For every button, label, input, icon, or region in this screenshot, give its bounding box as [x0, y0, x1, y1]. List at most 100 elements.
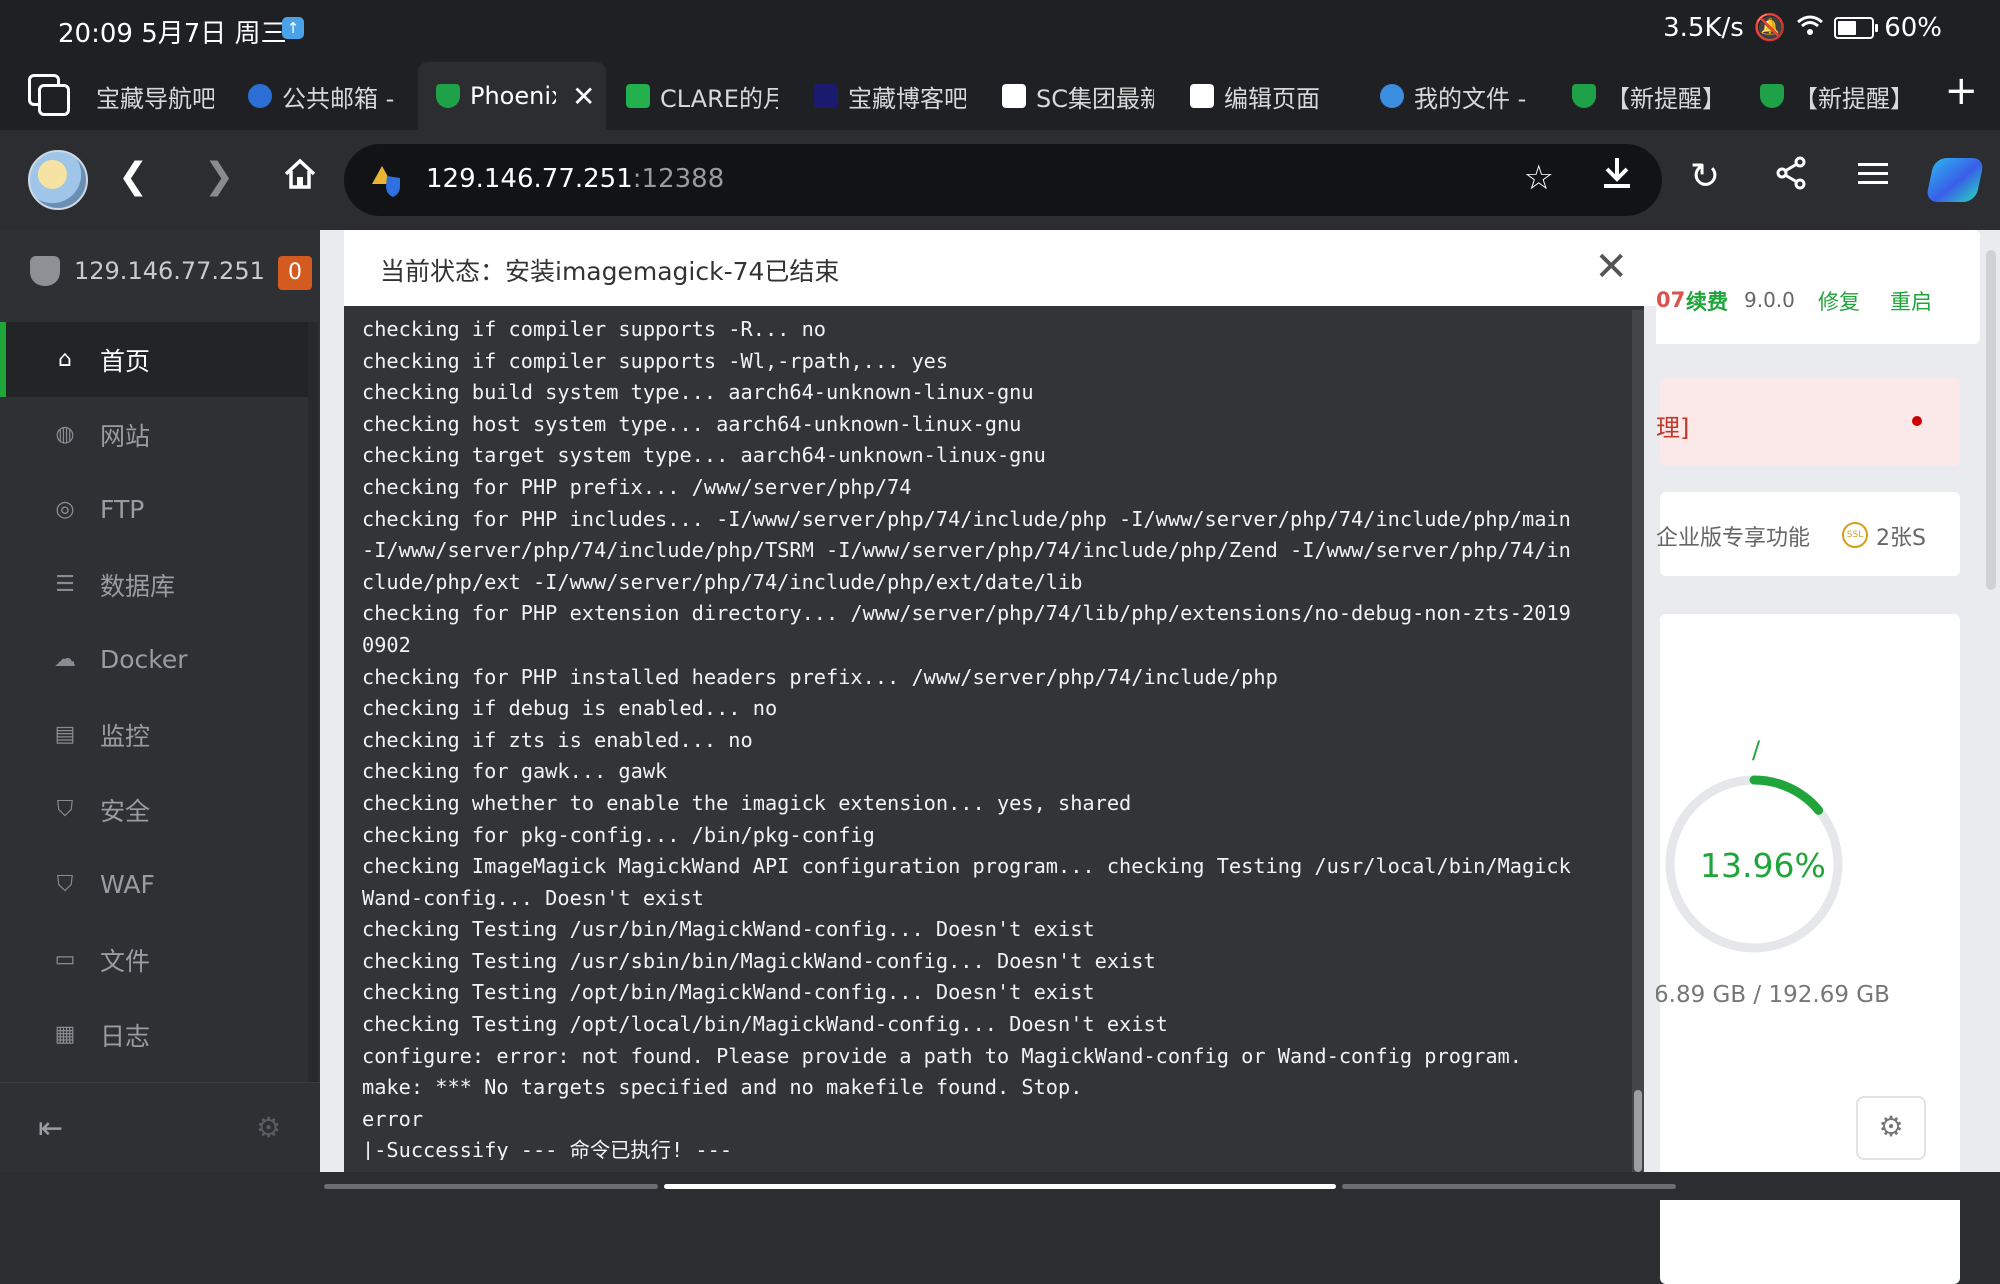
address-bar[interactable]: 129.146.77.251:12388 ☆: [344, 144, 1662, 216]
sidebar-item-home[interactable]: ⌂ 首页: [0, 322, 308, 397]
ssl-fragment: 2张S: [1876, 526, 1926, 551]
log-console[interactable]: checking if compiler supports -R... no ch…: [362, 314, 1634, 1160]
notification-icon: ↑: [282, 17, 304, 39]
reload-icon[interactable]: ↻: [1690, 156, 1720, 197]
sidebar-item-website[interactable]: ◍ 网站: [0, 397, 308, 472]
copilot-icon[interactable]: [1925, 158, 1985, 202]
ssl-icon: SSL: [1842, 522, 1868, 548]
log-line: Wand-config... Doesn't exist: [362, 885, 704, 910]
blog-favicon-icon: [814, 84, 838, 108]
log-line: checking build system type... aarch64-un…: [362, 380, 1034, 405]
log-scrollbar[interactable]: [1632, 310, 1644, 1172]
tab-7[interactable]: 编辑页面: [1190, 62, 1340, 130]
gesture-handle[interactable]: [664, 1184, 1336, 1189]
security-warning-icon[interactable]: [370, 164, 402, 197]
sidebar-item-logs[interactable]: ▦ 日志: [0, 997, 308, 1072]
sidebar-scrollbar[interactable]: [308, 322, 318, 1082]
shield-favicon-icon: [1572, 84, 1596, 108]
alert-fragment[interactable]: 理]: [1656, 408, 1689, 443]
gear-icon[interactable]: ⚙: [256, 1111, 281, 1144]
sidebar-item-security[interactable]: ⛉ 安全: [0, 772, 308, 847]
sidebar-footer: ⇤ ⚙: [0, 1082, 320, 1173]
sidebar-item-ftp[interactable]: ◎ FTP: [0, 472, 308, 547]
dialog-edge: [1644, 306, 1656, 1172]
tab-9[interactable]: 【新提醒】: [1572, 62, 1722, 130]
docker-icon: ☁: [54, 647, 76, 672]
tab-1[interactable]: 宝藏导航吧: [96, 62, 214, 130]
profile-avatar[interactable]: [28, 150, 88, 210]
tab-strip: 宝藏导航吧 公共邮箱 - Phoenix ✕ CLARE的月 宝藏博客吧 SC集…: [0, 58, 2000, 130]
sidebar-item-label: 首页: [100, 346, 151, 376]
alert-dot: [1912, 416, 1922, 426]
battery-level: 60%: [1884, 13, 1942, 43]
tab-8[interactable]: 我的文件 -: [1380, 62, 1532, 130]
sc-favicon-icon: [1002, 84, 1026, 108]
renew-link[interactable]: 续费: [1686, 286, 1728, 316]
shield-favicon-icon: [436, 84, 460, 108]
log-line: checking host system type... aarch64-unk…: [362, 411, 1022, 436]
collapse-sidebar-icon[interactable]: ⇤: [38, 1111, 63, 1146]
scrollbar-thumb[interactable]: [1634, 1090, 1642, 1172]
sidebar-item-label: Docker: [100, 645, 188, 674]
sidebar-item-label: 数据库: [100, 571, 176, 601]
home-icon[interactable]: [282, 156, 318, 201]
log-line: checking for PHP includes... -I/www/serv…: [362, 506, 1571, 531]
tab-3-active[interactable]: Phoenix ✕: [418, 62, 606, 130]
restart-link[interactable]: 重启: [1890, 286, 1932, 316]
log-line: checking Testing /usr/sbin/bin/MagickWan…: [362, 948, 1156, 973]
gesture-bar: [0, 1172, 2000, 1200]
forward-arrow-icon[interactable]: ❯: [204, 156, 234, 197]
clare-favicon-icon: [626, 84, 650, 108]
log-line: 0902: [362, 632, 411, 657]
sidebar-item-database[interactable]: ☰ 数据库: [0, 547, 308, 622]
tab-2[interactable]: 公共邮箱 -: [248, 62, 398, 130]
log-line: make: *** No targets specified and no ma…: [362, 1075, 1083, 1100]
folder-icon: ▭: [54, 947, 76, 972]
log-line: clude/php/ext -I/www/server/php/74/inclu…: [362, 569, 1083, 594]
tab-4[interactable]: CLARE的月: [626, 62, 778, 130]
battery-icon: [1834, 17, 1879, 39]
menu-icon[interactable]: [1858, 156, 1888, 197]
log-line: |-Successify --- 命令已执行! ---: [362, 1138, 733, 1160]
tab-label: Phoenix: [470, 82, 556, 110]
sidebar-item-docker[interactable]: ☁ Docker: [0, 622, 308, 697]
bookmark-star-icon[interactable]: ☆: [1524, 158, 1554, 198]
tab-5[interactable]: 宝藏博客吧: [814, 62, 966, 130]
sidebar-item-waf[interactable]: ⛉ WAF: [0, 847, 308, 922]
bell-muted-icon: 🔕: [1753, 13, 1787, 43]
tab-10[interactable]: 【新提醒】: [1760, 62, 1910, 130]
tab-label: 【新提醒】: [1606, 84, 1722, 113]
disk-usage-text: 6.89 GB / 192.69 GB: [1654, 982, 1890, 1008]
download-icon[interactable]: [1602, 156, 1632, 199]
close-tab-icon[interactable]: ✕: [572, 80, 595, 113]
tab-label: 我的文件 -: [1414, 84, 1527, 113]
tab-label: CLARE的月: [660, 84, 778, 113]
mail-favicon-icon: [248, 84, 272, 108]
log-line: checking for PHP extension directory... …: [362, 601, 1571, 626]
tab-switcher-button[interactable]: [28, 74, 70, 116]
share-icon[interactable]: [1774, 156, 1808, 199]
disk-path: /: [1752, 736, 1761, 764]
log-line: checking target system type... aarch64-u…: [362, 443, 1046, 468]
repair-link[interactable]: 修复: [1818, 286, 1860, 316]
gear-icon[interactable]: ⚙: [1856, 1096, 1926, 1160]
log-icon: ▦: [54, 1022, 76, 1047]
log-line: error: [362, 1106, 424, 1131]
sidebar-item-monitor[interactable]: ▤ 监控: [0, 697, 308, 772]
ftp-icon: ◎: [55, 497, 75, 522]
page-scrollbar[interactable]: [1986, 250, 1996, 590]
disk-percent: 13.96%: [1700, 846, 1826, 885]
sidebar-item-files[interactable]: ▭ 文件: [0, 922, 308, 997]
close-icon[interactable]: ✕: [1594, 244, 1628, 290]
log-line: -I/www/server/php/74/include/php/TSRM -I…: [362, 538, 1571, 563]
log-line: checking for pkg-config... /bin/pkg-conf…: [362, 822, 875, 847]
log-line: checking whether to enable the imagick e…: [362, 790, 1132, 815]
back-arrow-icon[interactable]: ❮: [118, 156, 148, 197]
tab-label: 【新提醒】: [1794, 84, 1910, 113]
notification-badge[interactable]: 0: [278, 256, 312, 290]
edit-favicon-icon: [1190, 84, 1214, 108]
tab-6[interactable]: SC集团最新: [1002, 62, 1154, 130]
new-tab-button[interactable]: +: [1944, 68, 1978, 114]
tab-label: 宝藏导航吧: [96, 84, 214, 113]
sidebar-item-label: 日志: [100, 1021, 151, 1051]
